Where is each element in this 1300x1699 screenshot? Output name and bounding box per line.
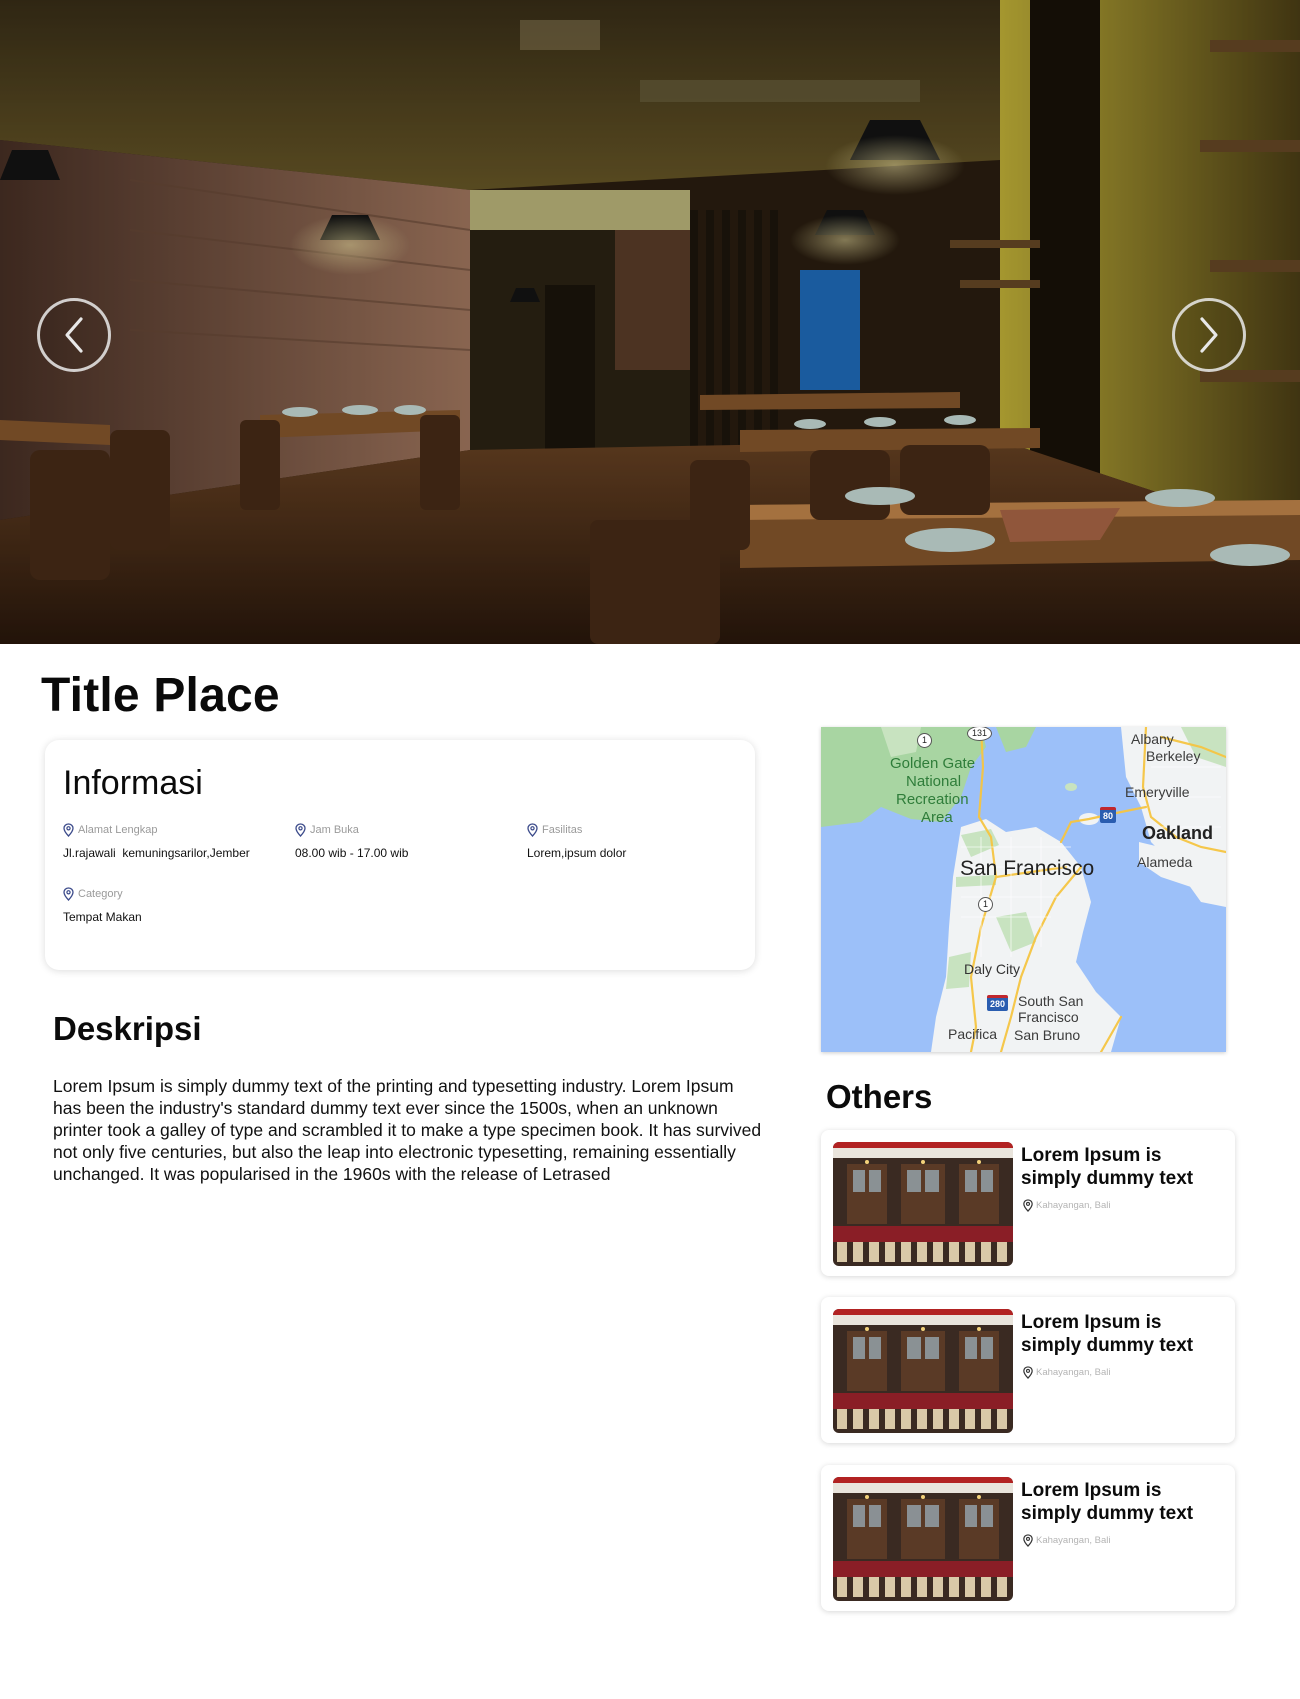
storefront-photo [833,1309,1013,1433]
map-label-emeryville: Emeryville [1125,784,1190,800]
map-label-oakland: Oakland [1142,823,1214,843]
info-card: Informasi Alamat Lengkap Jl.rajawali kem… [45,740,755,970]
map-label-alameda: Alameda [1137,854,1193,870]
map-label-albany: Albany [1131,731,1174,747]
info-item-address: Alamat Lengkap Jl.rajawali kemuningsaril… [63,823,283,860]
map-label-berkeley: Berkeley [1146,748,1201,764]
location-map[interactable]: Albany Berkeley Emeryville Oakland Alame… [821,727,1226,1052]
info-label-address: Alamat Lengkap [78,824,158,836]
others-title: Others [826,1078,933,1115]
info-label-category: Category [78,888,123,900]
description-title: Deskripsi [53,1010,202,1047]
card-thumbnail [833,1477,1013,1601]
hero-image-slider [0,0,1300,644]
info-value-hours: 08.00 wib - 17.00 wib [295,846,409,860]
info-item-facilities: Fasilitas Lorem,ipsum dolor [527,823,747,860]
card-location-text: Kahayangan, Bali [1036,1535,1111,1546]
description-text: Lorem Ipsum is simply dummy text of the … [53,1076,762,1184]
card-location-text: Kahayangan, Bali [1036,1367,1111,1378]
location-pin-icon [1023,1366,1033,1379]
storefront-photo [833,1142,1013,1266]
map-label-daly-city: Daly City [964,961,1021,977]
card-title: Lorem Ipsum is simply dummy text [1021,1480,1194,1524]
card-title: Lorem Ipsum is simply dummy text [1021,1145,1194,1189]
info-item-category: Category Tempat Makan [63,887,283,924]
map-label-san-francisco: San Francisco [960,857,1095,880]
map-label-area: Area [921,809,953,826]
route-1-south-shield: 1 [978,897,994,912]
location-pin-icon [1023,1534,1033,1547]
card-thumbnail [833,1142,1013,1266]
map-label-recreation: Recreation [896,791,969,808]
carousel-next-button[interactable] [1172,298,1246,372]
info-title: Informasi [63,764,203,802]
page-title: Title Place [41,669,280,722]
card-location: Kahayangan, Bali [1022,1534,1110,1547]
card-title: Lorem Ipsum is simply dummy text [1021,1312,1194,1356]
interstate-280-shield: 280 [987,995,1009,1011]
info-value-address: Jl.rajawali kemuningsarilor,Jember [63,846,250,860]
map-label-san-bruno: San Bruno [1014,1027,1081,1043]
info-label-facilities: Fasilitas [542,824,583,836]
location-pin-icon [295,823,306,837]
chevron-right-icon [1200,317,1218,353]
carousel-prev-button[interactable] [37,298,111,372]
restaurant-interior-photo [0,0,1300,644]
card-location-text: Kahayangan, Bali [1036,1200,1111,1211]
others-card[interactable]: Lorem Ipsum is simply dummy text Kahayan… [821,1130,1235,1276]
map-label-pacifica: Pacifica [948,1026,998,1042]
card-location: Kahayangan, Bali [1022,1366,1110,1379]
info-item-hours: Jam Buka 08.00 wib - 17.00 wib [295,823,515,860]
map-label-national: National [906,773,962,790]
others-card[interactable]: Lorem Ipsum is simply dummy text Kahayan… [821,1297,1235,1443]
others-card[interactable]: Lorem Ipsum is simply dummy text Kahayan… [821,1465,1235,1611]
map-label-south-san: South San [1018,993,1084,1009]
chevron-left-icon [65,317,83,353]
location-pin-icon [63,823,74,837]
route-1-shield: 1 [917,733,933,748]
location-pin-icon [63,887,74,901]
map-label-golden-gate: Golden Gate [890,755,976,772]
map-label-francisco: Francisco [1018,1009,1079,1025]
info-value-facilities: Lorem,ipsum dolor [527,846,627,860]
location-pin-icon [527,823,538,837]
info-value-category: Tempat Makan [63,910,142,924]
info-label-hours: Jam Buka [310,824,359,836]
interstate-80-shield: 80 [1100,807,1117,823]
card-thumbnail [833,1309,1013,1433]
card-location: Kahayangan, Bali [1022,1199,1110,1212]
storefront-photo [833,1477,1013,1601]
location-pin-icon [1023,1199,1033,1212]
